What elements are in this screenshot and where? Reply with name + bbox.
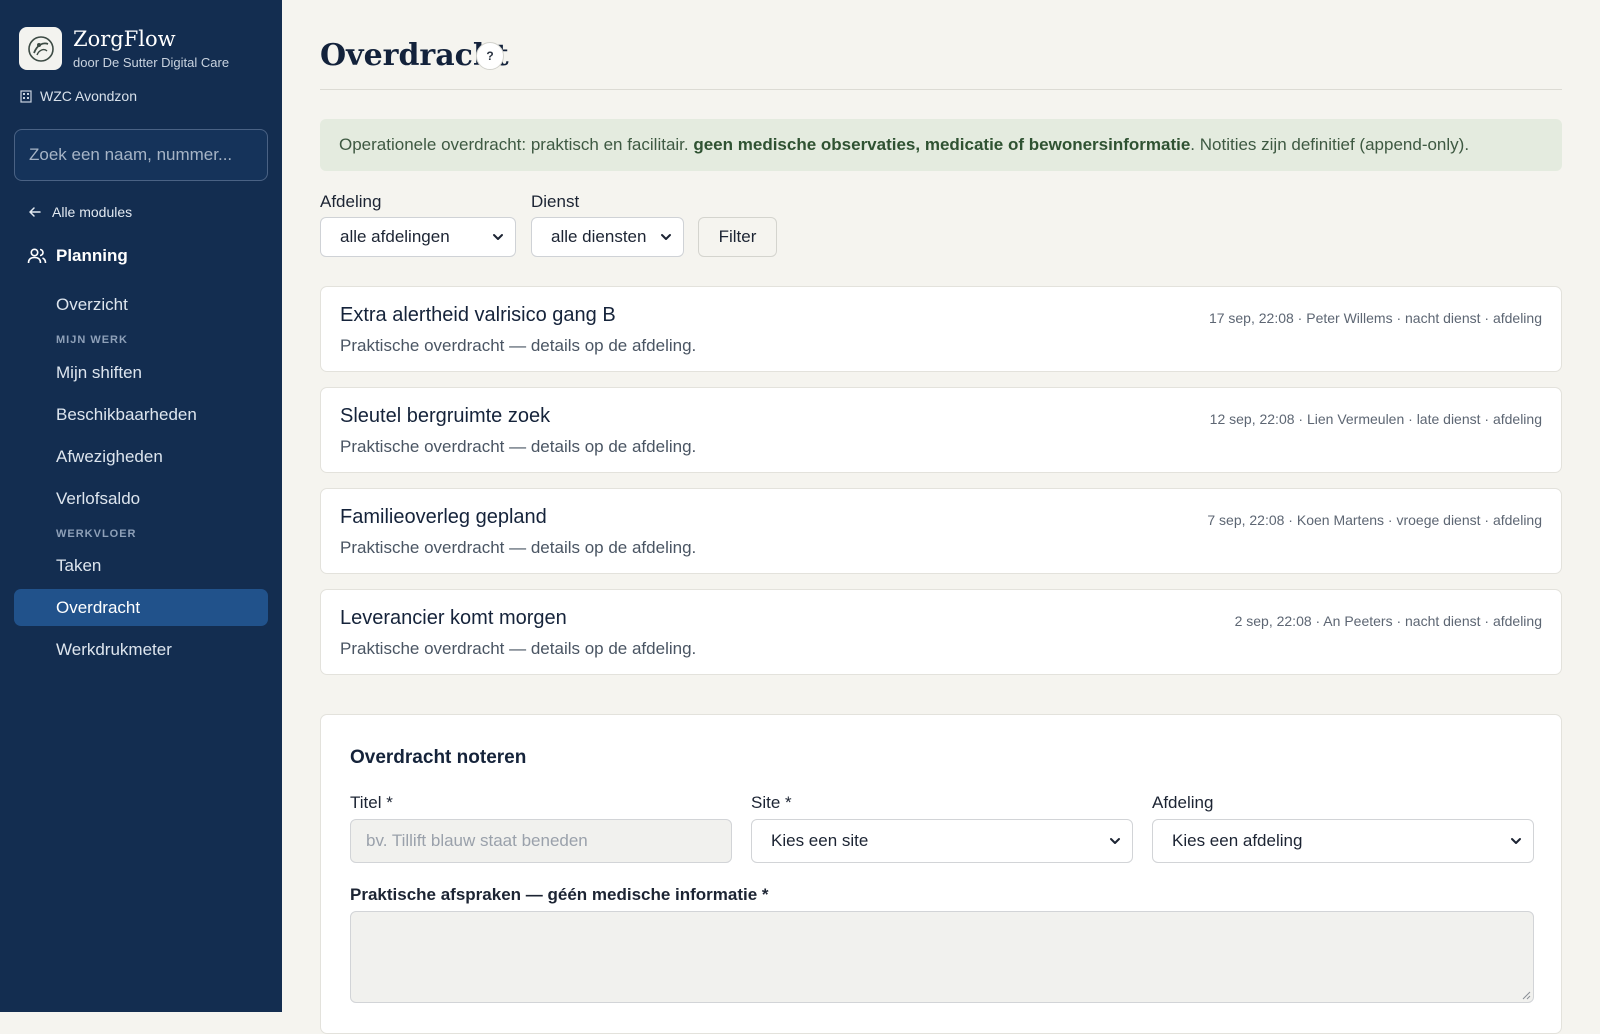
sidebar-section-mijn-werk: MIJN WERK <box>56 334 128 346</box>
resize-grip-icon[interactable] <box>1521 990 1531 1000</box>
sidebar-section-werkvloer: WERKVLOER <box>56 528 137 540</box>
site-indicator[interactable]: WZC Avondzon <box>19 88 137 104</box>
handover-subtitle: Praktische overdracht — details op de af… <box>340 639 697 658</box>
afdeling-label: Afdeling <box>1152 793 1214 812</box>
back-to-modules-link[interactable]: Alle modules <box>28 204 132 220</box>
filter-button[interactable]: Filter <box>698 217 777 257</box>
arrow-left-icon <box>29 207 41 217</box>
sidebar-item-beschikbaarheden[interactable]: Beschikbaarheden <box>14 396 268 433</box>
handover-subtitle: Praktische overdracht — details op de af… <box>340 538 697 557</box>
handover-subtitle: Praktische overdracht — details op de af… <box>340 437 697 456</box>
handover-title: Leverancier komt morgen <box>340 607 567 629</box>
handover-meta: 12 sep, 22:08 · Lien Vermeulen · late di… <box>1209 411 1542 427</box>
building-icon <box>20 90 32 103</box>
sidebar-item-overdracht[interactable]: Overdracht <box>14 589 268 626</box>
sidebar-item-verlofsaldo[interactable]: Verlofsaldo <box>14 480 268 517</box>
users-icon <box>27 248 47 264</box>
handover-title: Familieoverleg gepland <box>340 506 547 528</box>
brand-subtitle: door De Sutter Digital Care <box>73 55 230 70</box>
chevron-down-icon <box>661 234 671 240</box>
notice-bold: geen medische observaties, medicatie of … <box>693 135 1191 154</box>
afdeling-filter-select[interactable]: alle afdelingen <box>320 217 516 257</box>
handover-meta: 7 sep, 22:08 · Koen Martens · vroege die… <box>1207 512 1542 528</box>
form-title: Overdracht noteren <box>350 747 527 768</box>
site-name: WZC Avondzon <box>40 88 138 104</box>
notes-textarea[interactable] <box>350 911 1534 1003</box>
handover-card[interactable]: Extra alertheid valrisico gang B Praktis… <box>320 286 1562 372</box>
site-select-value: Kies een site <box>771 831 869 850</box>
site-label: Site * <box>751 793 792 812</box>
handover-subtitle: Praktische overdracht — details op de af… <box>340 336 697 355</box>
titel-input[interactable] <box>350 819 732 863</box>
sidebar: ZorgFlow door De Sutter Digital Care WZC… <box>0 0 282 1012</box>
dienst-filter-value: alle diensten <box>551 227 647 246</box>
afdeling-select[interactable]: Kies een afdeling <box>1152 819 1534 863</box>
chevron-down-icon <box>1110 838 1120 844</box>
chevron-down-icon <box>1511 838 1521 844</box>
afdeling-filter-value: alle afdelingen <box>340 227 450 246</box>
handover-meta: 2 sep, 22:08 · An Peeters · nacht dienst… <box>1234 613 1542 629</box>
notes-label: Praktische afspraken — géén medische inf… <box>350 885 769 904</box>
brand[interactable]: ZorgFlow door De Sutter Digital Care <box>19 27 229 70</box>
handover-title: Extra alertheid valrisico gang B <box>340 304 616 326</box>
chevron-down-icon <box>493 234 503 240</box>
brand-name: ZorgFlow <box>73 27 176 51</box>
info-notice: Operationele overdracht: praktisch en fa… <box>320 119 1562 171</box>
module-planning[interactable]: Planning <box>27 246 128 266</box>
handover-card[interactable]: Leverancier komt morgen Praktische overd… <box>320 589 1562 675</box>
titel-label: Titel * <box>350 793 393 812</box>
dienst-filter-label: Dienst <box>531 192 580 211</box>
handover-card[interactable]: Sleutel bergruimte zoek Praktische overd… <box>320 387 1562 473</box>
new-handover-form: Overdracht noteren Titel * Site * Kies e… <box>320 714 1562 1034</box>
handover-title: Sleutel bergruimte zoek <box>340 405 551 427</box>
brand-logo-icon <box>19 27 62 70</box>
sidebar-item-mijn-shiften[interactable]: Mijn shiften <box>14 354 268 391</box>
site-select[interactable]: Kies een site <box>751 819 1133 863</box>
handover-card[interactable]: Familieoverleg gepland Praktische overdr… <box>320 488 1562 574</box>
notice-prefix: Operationele overdracht: praktisch en fa… <box>339 135 694 154</box>
search-input[interactable] <box>14 129 268 181</box>
sidebar-item-taken[interactable]: Taken <box>14 547 268 584</box>
module-label: Planning <box>56 246 128 265</box>
sidebar-item-werkdrukmeter[interactable]: Werkdrukmeter <box>14 631 268 668</box>
handover-meta: 17 sep, 22:08 · Peter Willems · nacht di… <box>1208 310 1542 326</box>
sidebar-item-overzicht[interactable]: Overzicht <box>14 286 268 323</box>
help-button[interactable]: ? <box>476 42 504 70</box>
sidebar-item-afwezigheden[interactable]: Afwezigheden <box>14 438 268 475</box>
afdeling-filter-label: Afdeling <box>320 192 382 211</box>
notice-suffix: . Notities zijn definitief (append-only)… <box>1190 135 1470 154</box>
title-divider <box>320 89 1562 90</box>
afdeling-select-value: Kies een afdeling <box>1172 831 1303 850</box>
dienst-filter-select[interactable]: alle diensten <box>531 217 684 257</box>
back-link-label: Alle modules <box>52 204 133 220</box>
